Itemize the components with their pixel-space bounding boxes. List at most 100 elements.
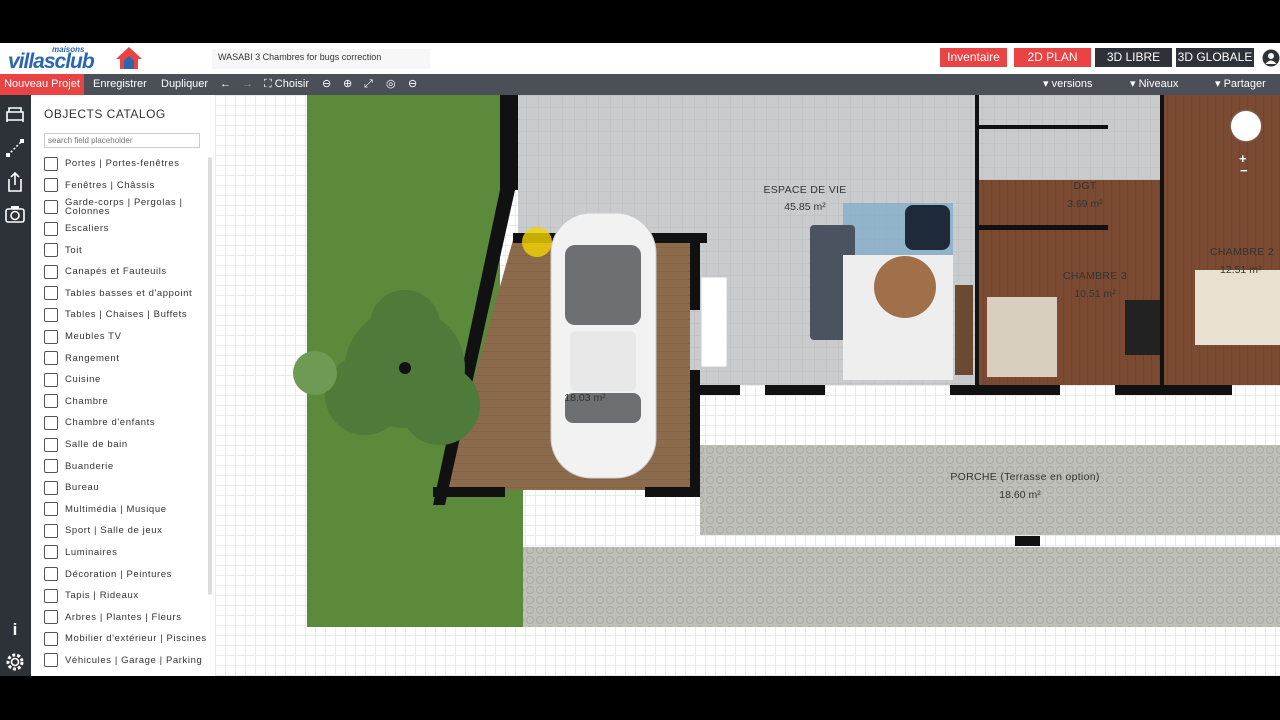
frame-icon <box>44 567 58 582</box>
dumbbell-icon <box>44 523 58 538</box>
center-icon[interactable]: ◎ <box>386 74 396 95</box>
catalog-item-chambre[interactable]: Chambre <box>44 391 209 413</box>
logo[interactable]: maisons villasclub <box>6 45 146 73</box>
niveaux-dropdown[interactable]: ▾ Niveaux <box>1130 74 1178 95</box>
catalog-item-tables[interactable]: Tables | Chaises | Buffets <box>44 304 209 326</box>
versions-dropdown[interactable]: ▾ versions <box>1043 74 1093 95</box>
inventaire-button[interactable]: Inventaire <box>940 48 1007 67</box>
sofa-icon[interactable] <box>4 103 26 125</box>
catalog-item-label: Garde-corps | Pergolas | Colonnes <box>65 196 183 217</box>
remove-icon[interactable]: ⊖ <box>408 74 417 95</box>
catalog-title: OBJECTS CATALOG <box>44 107 166 121</box>
2d-plan-button[interactable]: 2D PLAN <box>1014 48 1091 67</box>
catalog-item-decoration[interactable]: Décoration | Peintures <box>44 563 209 585</box>
catalog-item-label: Portes | Portes-fenêtres <box>65 158 180 170</box>
export-icon[interactable] <box>4 171 26 193</box>
redo-arrow-icon[interactable]: → <box>242 74 253 95</box>
3d-globale-button[interactable]: 3D GLOBALE <box>1176 48 1254 67</box>
info-icon[interactable]: i <box>4 619 26 641</box>
cursor-highlight <box>522 227 552 257</box>
room-label-chambre-2: CHAMBRE 2 <box>1210 246 1274 258</box>
zoom-out-icon[interactable]: ⊖ <box>322 74 331 95</box>
pan-control[interactable] <box>1231 111 1261 141</box>
catalog-item-canapes[interactable]: Canapés et Fauteuils <box>44 261 209 283</box>
catalog-item-salle-de-bain[interactable]: Salle de bain <box>44 434 209 456</box>
catalog-item-rangement[interactable]: Rangement <box>44 347 209 369</box>
catalog-search-input[interactable] <box>44 133 200 148</box>
user-icon[interactable] <box>1262 49 1280 67</box>
catalog-item-label: Tables basses et d'appoint <box>65 287 193 299</box>
catalog-item-label: Arbres | Plantes | Fleurs <box>65 611 182 623</box>
toolbar: Nouveau Projet Enregistrer Dupliquer ← →… <box>0 74 1280 95</box>
room-area-chambre-3: 10.51 m² <box>1074 288 1116 300</box>
camera-icon[interactable] <box>4 203 26 225</box>
desk-icon <box>44 480 58 495</box>
catalog-scrollbar[interactable] <box>208 157 212 595</box>
catalog-item-toit[interactable]: Toit <box>44 239 209 261</box>
room-label-espace: ESPACE DE VIE <box>763 184 847 196</box>
bathtub-icon <box>44 437 58 452</box>
bed-3 <box>987 297 1057 377</box>
sideboard <box>700 276 728 368</box>
project-name-field[interactable]: WASABI 3 Chambres for bugs correction <box>212 49 430 69</box>
kitchen-icon <box>44 372 58 387</box>
3d-libre-button[interactable]: 3D LIBRE <box>1095 48 1172 67</box>
measure-icon[interactable] <box>4 137 26 159</box>
settings-icon[interactable] <box>4 651 26 673</box>
catalog-item-label: Escaliers <box>65 223 109 235</box>
catalog-item-multimedia[interactable]: Multimédia | Musique <box>44 499 209 521</box>
paving <box>523 547 1280 627</box>
coffee-table-icon <box>44 286 58 301</box>
catalog-item-vehicules[interactable]: Véhicules | Garage | Parking <box>44 650 209 672</box>
catalog-item-label: Fenêtres | Châssis <box>65 179 155 191</box>
stairs-icon <box>44 221 58 236</box>
zoom-minus-icon[interactable]: − <box>1240 163 1248 178</box>
catalog-item-tables-basses[interactable]: Tables basses et d'appoint <box>44 283 209 305</box>
coffee-table <box>874 256 936 318</box>
plan-canvas[interactable]: ESPACE DE VIE 45.85 m² DGT 3.69 m² CHAMB… <box>215 95 1280 676</box>
catalog-item-buanderie[interactable]: Buanderie <box>44 455 209 477</box>
washer-icon <box>44 459 58 474</box>
speaker-icon <box>44 502 58 517</box>
app-window: maisons villasclub WASABI 3 Chambres for… <box>0 43 1280 676</box>
catalog-item-garde-corps[interactable]: Garde-corps | Pergolas | Colonnes <box>44 196 209 218</box>
catalog-item-tapis[interactable]: Tapis | Rideaux <box>44 585 209 607</box>
fit-screen-icon[interactable]: ⤢ <box>364 74 373 95</box>
zoom-in-icon[interactable]: ⊕ <box>343 74 352 95</box>
catalog-item-chambre-enfants[interactable]: Chambre d'enfants <box>44 412 209 434</box>
railing-icon <box>44 199 58 214</box>
catalog-item-label: Sport | Salle de jeux <box>65 525 163 537</box>
new-project-button[interactable]: Nouveau Projet <box>0 74 84 95</box>
share-dropdown[interactable]: ▾ Partager <box>1215 74 1266 95</box>
cabinet-icon <box>44 351 58 366</box>
room-area-dgt: 3.69 m² <box>1067 198 1103 210</box>
tv-stand <box>955 285 973 375</box>
catalog-item-portes[interactable]: Portes | Portes-fenêtres <box>44 153 209 175</box>
select-tool-button[interactable]: ⛶ Choisir <box>264 74 309 95</box>
bed-icon <box>44 394 58 409</box>
catalog-item-fenetres[interactable]: Fenêtres | Châssis <box>44 175 209 197</box>
catalog-item-cuisine[interactable]: Cuisine <box>44 369 209 391</box>
undo-arrow-icon[interactable]: ← <box>220 74 231 95</box>
catalog-item-label: Luminaires <box>65 546 118 558</box>
save-button[interactable]: Enregistrer <box>93 74 147 95</box>
catalog-item-label: Chambre d'enfants <box>65 417 156 429</box>
room-area-garage: 18.03 m² <box>564 392 606 404</box>
header: maisons villasclub WASABI 3 Chambres for… <box>0 43 1280 74</box>
catalog-item-escaliers[interactable]: Escaliers <box>44 218 209 240</box>
catalog-item-label: Canapés et Fauteuils <box>65 266 167 278</box>
car <box>550 212 657 479</box>
catalog-item-exterieur[interactable]: Mobilier d'extérieur | Piscines <box>44 628 209 650</box>
catalog-item-bureau[interactable]: Bureau <box>44 477 209 499</box>
catalog-item-sport[interactable]: Sport | Salle de jeux <box>44 520 209 542</box>
catalog-item-arbres[interactable]: Arbres | Plantes | Fleurs <box>44 606 209 628</box>
catalog-item-luminaires[interactable]: Luminaires <box>44 542 209 564</box>
catalog-item-label: Véhicules | Garage | Parking <box>65 654 203 666</box>
table-icon <box>44 307 58 322</box>
catalog-item-meubles-tv[interactable]: Meubles TV <box>44 326 209 348</box>
catalog-item-label: Cuisine <box>65 374 101 386</box>
duplicate-button[interactable]: Dupliquer <box>161 74 208 95</box>
room-label-dgt: DGT <box>1073 180 1097 192</box>
room-label-chambre-3: CHAMBRE 3 <box>1063 270 1127 282</box>
rug-icon <box>44 588 58 603</box>
